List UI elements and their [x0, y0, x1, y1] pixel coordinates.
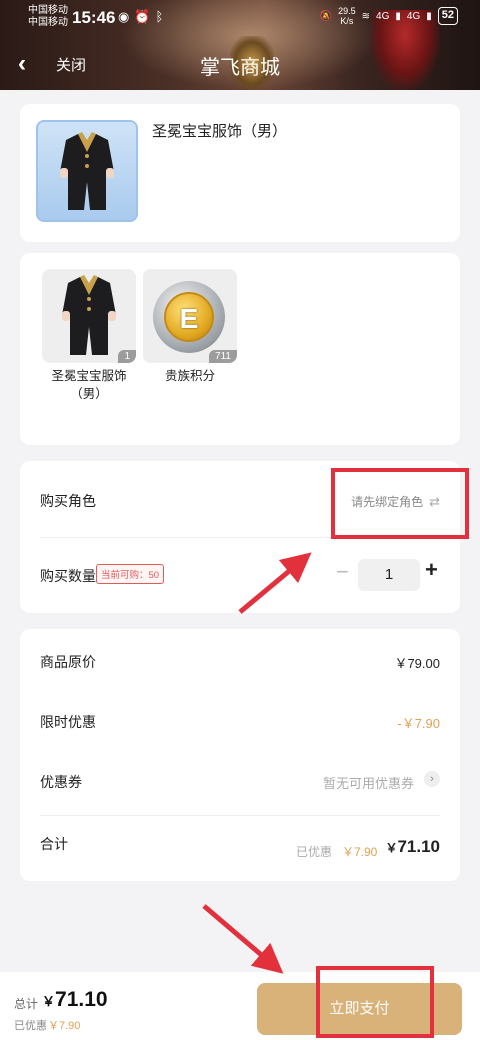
divider: [40, 815, 440, 816]
product-name: 圣冕宝宝服饰（男）: [152, 123, 288, 140]
signal-2: 4G: [406, 10, 421, 22]
original-price-value: ￥79.00: [394, 656, 440, 671]
status-icons: ◉⏰ᛒ: [118, 9, 168, 25]
original-price-label: 商品原价: [40, 654, 96, 670]
total-currency: ￥: [385, 841, 398, 855]
annotation-box-role: [331, 468, 469, 539]
suit-image: [60, 132, 114, 210]
carrier-1: 中国移动: [28, 5, 68, 16]
status-bar: 中国移动 中国移动 15:46 ◉⏰ᛒ 🔕 29.5 K/s ≋ 4G ▮ 4G…: [0, 0, 480, 36]
status-right: 🔕 29.5 K/s ≋ 4G ▮ 4G ▮ 52: [320, 6, 458, 26]
discount-label: 限时优惠: [40, 714, 96, 730]
bottom-total-label: 总计: [14, 997, 39, 1011]
bluetooth-icon: ᛒ: [155, 9, 169, 24]
clock: 15:46: [72, 8, 116, 27]
product-thumbnail: [36, 120, 138, 222]
bottom-total: ￥71.10: [42, 988, 108, 1012]
signal-bars-icon: ▮: [426, 10, 432, 22]
purchase-limit-badge: 当前可购：50: [96, 564, 165, 584]
net-speed-unit: K/s: [340, 16, 354, 26]
saved-label: 已优惠: [296, 845, 333, 859]
net-speed-value: 29.5: [338, 6, 356, 16]
total-amount: ￥71.10: [385, 837, 440, 857]
annotation-box-pay: [316, 966, 434, 1038]
total-value: 71.10: [397, 837, 440, 856]
alarm-icon: ⏰: [134, 9, 156, 24]
package-contents-card: 1 圣冕宝宝服饰 （男） E 711 贵族积分: [20, 253, 460, 445]
page-title: 掌飞商城: [200, 57, 280, 79]
item-tile[interactable]: 1: [42, 269, 136, 363]
net-speed: 29.5 K/s: [338, 6, 356, 26]
item-count: 711: [209, 350, 237, 363]
price-summary-card: 商品原价 ￥79.00 限时优惠 -￥7.90 优惠券 暂无可用优惠券 › 合计…: [20, 629, 460, 881]
battery: 52: [437, 7, 458, 25]
bottom-currency: ￥: [42, 994, 56, 1009]
bell-off-icon: 🔕: [319, 10, 333, 22]
role-label: 购买角色: [40, 493, 96, 509]
bottom-total-value: 71.10: [55, 988, 108, 1011]
item-label: 贵族积分: [164, 369, 215, 383]
quantity-input[interactable]: 1: [358, 559, 420, 591]
item-label: 圣冕宝宝服饰 （男）: [51, 369, 127, 401]
nav-bar: ‹‹ 关闭 掌飞商城: [0, 44, 480, 84]
quantity-label: 购买数量: [40, 568, 96, 584]
carrier-labels: 中国移动 中国移动: [28, 5, 68, 29]
noble-points-coin-icon: E: [153, 281, 225, 353]
eye-icon: ◉: [118, 9, 135, 24]
bottom-saved-label: 已优惠: [14, 1020, 47, 1032]
wifi-icon: ≋: [361, 10, 371, 22]
chevron-right-icon[interactable]: ›: [424, 771, 440, 787]
quantity-minus-button[interactable]: −: [336, 559, 349, 585]
carrier-2: 中国移动: [28, 17, 68, 28]
signal-bars-icon: ▮: [395, 10, 401, 22]
bottom-saved-amount: ￥7.90: [48, 1020, 81, 1032]
signal-1: 4G: [376, 10, 390, 22]
total-label: 合计: [40, 836, 68, 852]
suit-image: [62, 275, 116, 355]
header-banner: 中国移动 中国移动 15:46 ◉⏰ᛒ 🔕 29.5 K/s ≋ 4G ▮ 4G…: [0, 0, 480, 90]
saved-amount: ￥7.90: [342, 845, 378, 859]
discount-value: -￥7.90: [397, 716, 440, 731]
coupon-label: 优惠券: [40, 774, 82, 790]
product-card: 圣冕宝宝服饰（男）: [20, 104, 460, 242]
item-tile[interactable]: E 711: [143, 269, 237, 363]
quantity-plus-button[interactable]: +: [425, 557, 438, 583]
coupon-value[interactable]: 暂无可用优惠券: [323, 773, 414, 792]
arrow-to-pay: [202, 904, 284, 974]
